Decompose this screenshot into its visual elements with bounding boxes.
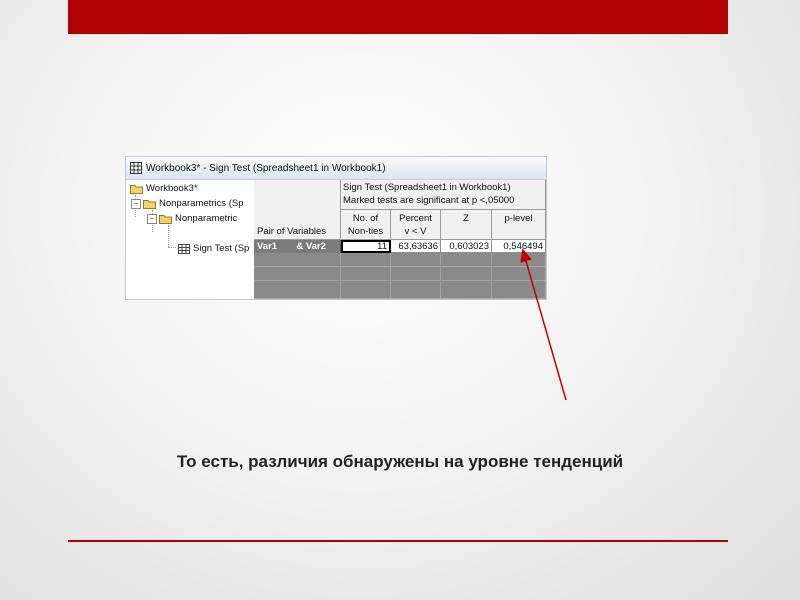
top-accent-bar bbox=[68, 0, 728, 34]
empty-cell[interactable] bbox=[492, 281, 546, 299]
table-cell-z[interactable]: 0,603023 bbox=[441, 240, 492, 253]
collapse-icon[interactable]: − bbox=[147, 213, 157, 224]
empty-cell[interactable] bbox=[254, 253, 341, 267]
empty-cell[interactable] bbox=[441, 267, 492, 281]
column-header-line: v < V bbox=[404, 226, 427, 237]
collapse-icon[interactable]: − bbox=[131, 198, 141, 209]
tree-item-nonparametric[interactable]: − Nonparametric bbox=[147, 211, 237, 226]
tree-item-sign-test[interactable]: Sign Test (Sp bbox=[178, 241, 249, 256]
folder-icon bbox=[130, 184, 143, 194]
tree-connector bbox=[168, 225, 169, 247]
table-title-line: Sign Test (Spreadsheet1 in Workbook1) bbox=[343, 182, 511, 193]
table-cell-percent[interactable]: 63,63636 bbox=[391, 240, 441, 253]
window-title: Workbook3* - Sign Test (Spreadsheet1 in … bbox=[146, 162, 386, 174]
empty-cell[interactable] bbox=[492, 253, 546, 267]
column-header-line: Percent bbox=[399, 213, 432, 224]
empty-cell[interactable] bbox=[341, 267, 391, 281]
pair-of-variables-header: Pair of Variables bbox=[254, 180, 341, 240]
tree-connector bbox=[168, 247, 176, 248]
tree-item-label: Sign Test (Sp bbox=[193, 243, 250, 254]
folder-icon bbox=[159, 214, 172, 224]
table-cell-nonties[interactable]: 11 bbox=[341, 240, 391, 253]
column-header-line: No. of bbox=[352, 213, 379, 224]
column-header-line: Z bbox=[463, 213, 469, 224]
empty-cell[interactable] bbox=[254, 281, 341, 299]
tree-item-workbook[interactable]: Workbook3* bbox=[130, 181, 198, 196]
column-header-line: p-level bbox=[504, 213, 533, 224]
empty-cell[interactable] bbox=[341, 281, 391, 299]
column-header-line: Non-ties bbox=[347, 226, 384, 237]
table-row-header[interactable]: Var1 & Var2 bbox=[254, 240, 341, 253]
folder-icon bbox=[143, 199, 156, 209]
annotation-arrow bbox=[520, 248, 567, 401]
empty-cell[interactable] bbox=[391, 281, 441, 299]
window-titlebar[interactable]: Workbook3* - Sign Test (Spreadsheet1 in … bbox=[126, 157, 546, 180]
column-header-z[interactable]: Z bbox=[441, 210, 492, 240]
row-var2: & Var2 bbox=[296, 241, 326, 252]
column-header-nonties[interactable]: No. of Non-ties bbox=[341, 210, 391, 240]
empty-cell[interactable] bbox=[441, 281, 492, 299]
table-subtitle-line: Marked tests are significant at p <,0500… bbox=[343, 195, 515, 206]
empty-cell[interactable] bbox=[391, 253, 441, 267]
table-cell-p-level[interactable]: 0,546494 bbox=[492, 240, 546, 253]
column-header-percent[interactable]: Percent v < V bbox=[391, 210, 441, 240]
results-spreadsheet: Pair of Variables Sign Test (Spreadsheet… bbox=[254, 180, 546, 299]
empty-cell[interactable] bbox=[441, 253, 492, 267]
empty-cell[interactable] bbox=[492, 267, 546, 281]
slide-caption: То есть, различия обнаружены на уровне т… bbox=[176, 452, 624, 471]
tree-item-label: Workbook3* bbox=[146, 183, 198, 194]
spreadsheet-icon bbox=[178, 243, 190, 254]
spreadsheet-app-icon bbox=[130, 162, 142, 174]
tree-item-nonparametrics[interactable]: − Nonparametrics (Sp bbox=[131, 196, 243, 211]
row-var1: Var1 bbox=[257, 241, 278, 252]
table-title: Sign Test (Spreadsheet1 in Workbook1) Ma… bbox=[341, 180, 546, 210]
statistica-window: Workbook3* - Sign Test (Spreadsheet1 in … bbox=[125, 156, 547, 300]
empty-cell[interactable] bbox=[391, 267, 441, 281]
empty-cell[interactable] bbox=[341, 253, 391, 267]
empty-cell[interactable] bbox=[254, 267, 341, 281]
bottom-accent-line bbox=[68, 540, 728, 542]
workbook-tree: Workbook3* − Nonparametrics (Sp − Nonpar… bbox=[126, 180, 252, 299]
tree-item-label: Nonparametric bbox=[175, 213, 238, 224]
column-header-p-level[interactable]: p-level bbox=[492, 210, 546, 240]
tree-item-label: Nonparametrics (Sp bbox=[159, 198, 244, 209]
